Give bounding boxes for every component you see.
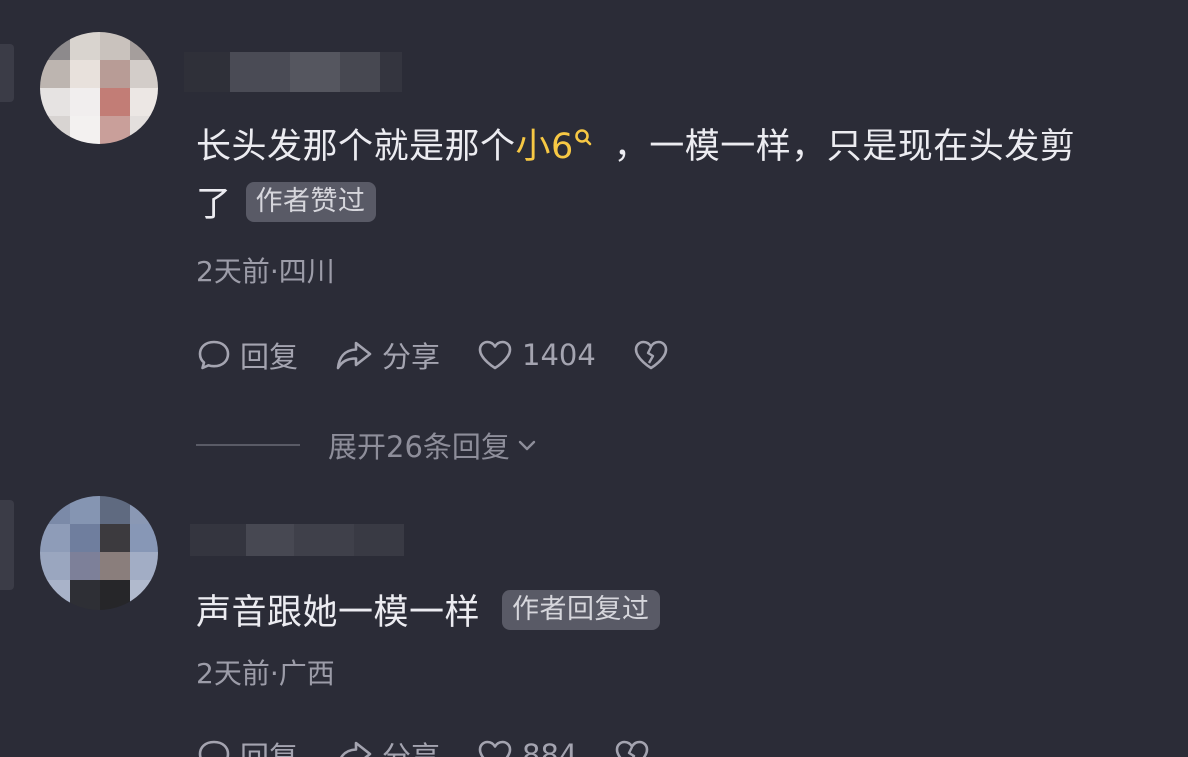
username-redacted[interactable] xyxy=(184,52,402,92)
broken-heart-icon xyxy=(634,340,668,370)
comment-text-part: 声音跟她一模一样 xyxy=(196,593,481,633)
comment-bubble-icon xyxy=(198,740,230,757)
expand-replies-button[interactable]: 展开26条回复 xyxy=(196,424,538,466)
like-count: 884 xyxy=(522,738,578,757)
comment-meta: 2天前·四川 xyxy=(196,255,335,288)
search-icon[interactable] xyxy=(574,128,592,152)
broken-heart-icon xyxy=(616,740,649,757)
share-button[interactable]: 分享 xyxy=(334,334,440,376)
avatar[interactable] xyxy=(40,32,158,144)
comment-meta: 2天前·广西 xyxy=(196,657,335,690)
reply-button[interactable]: 回复 xyxy=(196,734,298,757)
like-button[interactable]: 1404 xyxy=(476,337,596,373)
dislike-button[interactable] xyxy=(613,737,659,757)
share-arrow-icon xyxy=(340,741,372,757)
like-count: 1404 xyxy=(522,338,596,372)
comment-text-part: 了 xyxy=(196,185,232,225)
dislike-button[interactable] xyxy=(632,337,678,373)
keyword-link[interactable]: 小6 xyxy=(516,127,574,167)
comment-text: 长头发那个就是那个小6 ，一模一样，只是现在头发剪了作者赞过 xyxy=(196,118,1176,234)
reply-button[interactable]: 回复 xyxy=(196,334,298,376)
chevron-down-icon xyxy=(518,440,536,451)
author-liked-badge: 作者赞过 xyxy=(245,182,376,222)
comment-text: 声音跟她一模一样 作者回复过 xyxy=(196,584,660,642)
avatar[interactable] xyxy=(40,496,158,610)
heart-icon xyxy=(478,740,512,757)
like-button[interactable]: 884 xyxy=(476,737,577,757)
share-button[interactable]: 分享 xyxy=(334,734,440,757)
comment-list: 长头发那个就是那个小6 ，一模一样，只是现在头发剪了作者赞过 2天前·四川 回复 … xyxy=(0,0,1188,757)
edge-fragment xyxy=(0,500,14,590)
comment-text-part: 长头发那个就是那个 xyxy=(196,127,516,167)
author-replied-badge: 作者回复过 xyxy=(502,590,660,630)
share-label: 分享 xyxy=(382,740,441,757)
reply-label: 回复 xyxy=(240,740,299,757)
comment-bubble-icon xyxy=(198,340,230,370)
share-arrow-icon xyxy=(336,341,372,370)
expand-replies-label: 展开26条回复 xyxy=(328,430,510,464)
comment-text-part: ，一模一样，只是现在头发剪 xyxy=(613,127,1076,167)
share-label: 分享 xyxy=(382,340,441,374)
heart-icon xyxy=(478,340,512,370)
reply-label: 回复 xyxy=(240,340,299,374)
divider-line xyxy=(196,444,300,446)
edge-fragment xyxy=(0,44,14,102)
comment-actions: 回复 分享 1404 xyxy=(196,334,678,376)
comment-actions: 回复 分享 884 xyxy=(196,734,659,757)
username-redacted[interactable] xyxy=(190,524,404,556)
